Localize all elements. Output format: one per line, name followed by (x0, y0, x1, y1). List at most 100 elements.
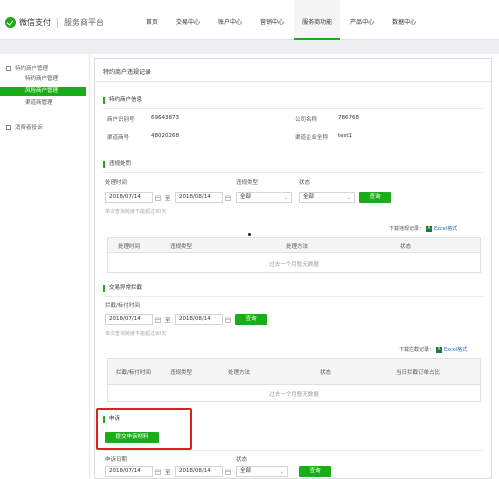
empty-state: 过去一个月暂无数据 (269, 262, 319, 268)
calendar-icon[interactable] (224, 466, 232, 477)
chevron-down-icon: ⌄ (346, 195, 351, 201)
brand-name: 微信支付 (19, 18, 51, 27)
chevron-down-icon: ⌄ (283, 195, 288, 201)
nav-account-center[interactable]: 账户中心 (210, 0, 250, 40)
process-time-label: 处理时间 (105, 180, 128, 186)
complaint-icon (6, 124, 11, 130)
column-header: 拦截/标付时间 (116, 370, 151, 376)
violation-type-label: 违规类型 (236, 180, 259, 186)
section-divider (103, 172, 483, 173)
intercept-query-button[interactable]: 查询 (235, 314, 267, 325)
nav-product-center[interactable]: 产品中心 (342, 0, 382, 40)
violation-table: 处理时间 违规类型 处理方法 状态 过去一个月暂无数据 (107, 237, 481, 273)
top-bar: 微信支付 服务商平台 首页 交易中心 账户中心 营销中心 服务商功能 产品中心 … (0, 0, 499, 40)
violation-status-value: 全部 (303, 194, 315, 200)
violation-query-button[interactable]: 查询 (359, 192, 391, 203)
violation-type-select[interactable]: 全部 ⌄ (236, 192, 292, 203)
excel-download-link[interactable]: Excel格式 (434, 225, 457, 232)
section-divider (103, 108, 483, 109)
download-label: 下载违规记录： (389, 226, 425, 232)
column-header: 违规类型 (170, 244, 193, 250)
brand-logo[interactable]: 微信支付 服务商平台 (5, 17, 104, 28)
channel-name-value: test1 (338, 133, 353, 139)
column-header: 状态 (400, 244, 412, 250)
brand-divider (57, 17, 58, 28)
cursor-dot (248, 233, 251, 236)
calendar-icon[interactable] (154, 192, 162, 203)
excel-download-link[interactable]: Excel格式 (444, 346, 467, 353)
chevron-down-icon: ⌄ (279, 469, 284, 475)
table-header: 拦截/标付时间 违规类型 处理方法 状态 当日拦截订单占比 (108, 359, 480, 385)
nav-data-center[interactable]: 数据中心 (384, 0, 424, 40)
violation-download: 下载违规记录： X Excel格式 (389, 225, 457, 232)
violation-date-to[interactable]: 2018/08/14 (175, 192, 223, 203)
section-divider (103, 296, 483, 297)
calendar-icon[interactable] (224, 192, 232, 203)
nav-trade-center[interactable]: 交易中心 (168, 0, 208, 40)
platform-name: 服务商平台 (64, 18, 104, 27)
table-header: 处理时间 违规类型 处理方法 状态 (108, 238, 480, 253)
merchant-icon (6, 65, 11, 71)
page-title: 特约商户违规记录 (103, 69, 152, 76)
appeal-date-from[interactable]: 2018/07/14 (105, 466, 153, 477)
intercept-download: 下载拦截记录： X Excel格式 (399, 346, 467, 353)
violation-status-select[interactable]: 全部 ⌄ (299, 192, 355, 203)
section-divider (103, 450, 483, 451)
channel-id-value: 48020268 (151, 133, 179, 139)
intercept-date-to[interactable]: 2018/08/14 (175, 314, 223, 325)
merchant-id-label: 商户识别号 (107, 117, 135, 123)
title-divider (95, 81, 491, 82)
sidebar-item-channel-manage[interactable]: 渠道商管理 (0, 99, 88, 108)
date-range-separator: 至 (165, 196, 171, 202)
wechat-pay-icon (5, 17, 16, 28)
column-header: 状态 (320, 370, 332, 376)
channel-id-label: 渠道商号 (107, 135, 130, 141)
excel-icon: X (426, 225, 433, 232)
column-header: 违规类型 (170, 370, 193, 376)
nav-home[interactable]: 首页 (138, 0, 166, 40)
appeal-status-value: 全部 (240, 468, 252, 474)
sidebar-group-complaints[interactable]: 消费者投诉 (6, 123, 43, 131)
sidebar: 特约商户管理 特约商户管理 风险商户管理 渠道商管理 消费者投诉 (0, 54, 90, 479)
sidebar-group-merchant: 特约商户管理 (6, 64, 48, 72)
nav-marketing-center[interactable]: 营销中心 (252, 0, 292, 40)
intercept-table: 拦截/标付时间 违规类型 处理方法 状态 当日拦截订单占比 过去一个月暂无数据 (107, 358, 481, 402)
calendar-icon[interactable] (154, 466, 162, 477)
intercept-date-from[interactable]: 2018/07/14 (105, 314, 153, 325)
date-range-separator: 至 (165, 318, 171, 324)
header-strip (0, 40, 499, 54)
date-span-hint: 单次查询跨度不能超过90天 (105, 209, 167, 215)
appeal-query-button[interactable]: 查询 (299, 466, 331, 477)
section-title-intercept: 交易异常拦截 (103, 285, 142, 292)
appeal-status-select[interactable]: 全部 ⌄ (236, 466, 288, 477)
channel-name-label: 渠道企业全称 (295, 135, 329, 141)
status-label: 状态 (299, 180, 311, 186)
column-header: 处理方法 (228, 370, 251, 376)
company-label: 公司名称 (295, 117, 318, 123)
company-value: 786768 (338, 115, 359, 121)
sidebar-group-label: 消费者投诉 (15, 125, 43, 131)
nav-provider-functions[interactable]: 服务商功能 (294, 0, 341, 40)
intercept-time-label: 拦截/标付时间 (105, 303, 140, 309)
merchant-id-value: 69643873 (151, 115, 179, 121)
violation-date-from[interactable]: 2018/07/14 (105, 192, 153, 203)
appeal-status-label: 状态 (236, 457, 248, 463)
section-title-violation: 违规处罚 (103, 161, 131, 168)
appeal-date-to[interactable]: 2018/08/14 (175, 466, 223, 477)
column-header: 当日拦截订单占比 (396, 370, 441, 376)
highlight-box (96, 408, 192, 450)
download-label: 下载拦截记录： (399, 347, 435, 353)
sidebar-group-label: 特约商户管理 (15, 66, 49, 72)
column-header: 处理时间 (118, 244, 141, 250)
sidebar-item-risk-merchant[interactable]: 风险商户管理 (0, 87, 86, 96)
calendar-icon[interactable] (154, 314, 162, 325)
calendar-icon[interactable] (224, 314, 232, 325)
empty-state: 过去一个月暂无数据 (269, 392, 319, 398)
main-nav: 首页 交易中心 账户中心 营销中心 服务商功能 产品中心 数据中心 (138, 0, 426, 40)
date-range-separator: 至 (165, 470, 171, 476)
sidebar-item-merchant-manage[interactable]: 特约商户管理 (0, 75, 88, 84)
column-header: 处理方法 (286, 244, 309, 250)
section-title-merchant-info: 特约商户信息 (103, 97, 142, 104)
appeal-date-label: 申诉日期 (105, 457, 128, 463)
violation-type-value: 全部 (240, 194, 252, 200)
